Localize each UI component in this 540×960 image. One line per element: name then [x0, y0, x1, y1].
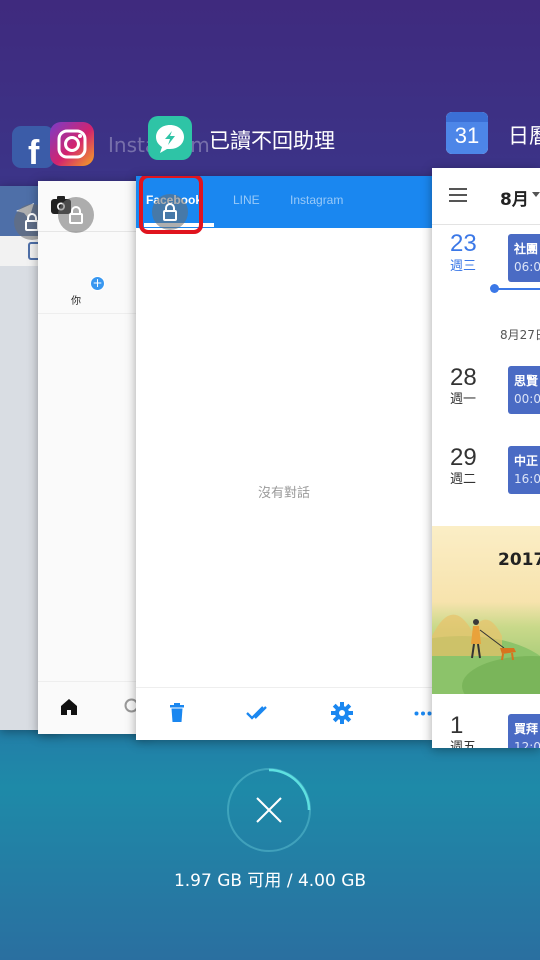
event-weekday-3: 週二	[450, 472, 477, 487]
chevron-down-icon	[532, 192, 540, 197]
banner-landscape-illustration	[432, 614, 540, 694]
event-weekday-1: 週三	[450, 259, 477, 274]
event-day-1: 23	[450, 230, 477, 257]
event-title-1: 社團	[514, 242, 539, 256]
home-icon[interactable]	[60, 698, 78, 716]
event-time-2: 00:00	[514, 392, 540, 406]
calendar-app-title: 日曆	[508, 124, 540, 148]
calendar-icon-top	[446, 112, 488, 122]
month-banner: 2017	[432, 526, 540, 694]
camera-outline-icon	[57, 129, 87, 159]
instagram-app-icon[interactable]	[50, 122, 94, 166]
more-icon[interactable]	[414, 711, 432, 716]
calendar-event-1[interactable]: 社團 06:00	[508, 234, 540, 282]
empty-state-text: 沒有對話	[257, 486, 310, 501]
svg-text:f: f	[28, 134, 40, 168]
readnoreply-app-icon[interactable]	[148, 116, 192, 160]
memory-status-text: 1.97 GB 可用 / 4.00 GB	[173, 871, 367, 891]
facebook-f-icon: f	[28, 134, 40, 172]
month-selector[interactable]: 8月	[500, 185, 529, 210]
calendar-icon-number: 31	[454, 123, 480, 148]
close-x-icon[interactable]	[255, 796, 283, 824]
event-time-1: 06:00	[514, 260, 540, 274]
recent-app-card-calendar[interactable]: 8月 23 週三 社團 06:00 8月27日 28 週一 思賢 00:00 2…	[432, 168, 540, 748]
event-title-4: 買拜	[514, 722, 539, 736]
instagram-bottom-nav	[38, 681, 148, 734]
event-title-2: 思賢	[514, 374, 539, 388]
lock-icon[interactable]	[58, 197, 94, 233]
event-weekday-2: 週一	[450, 392, 477, 407]
readnoreply-bottom-toolbar	[136, 687, 432, 740]
event-title-3: 中正	[514, 454, 539, 468]
calendar-event-4[interactable]: 買拜 12:00	[508, 714, 540, 748]
now-indicator-line	[496, 288, 540, 290]
chat-bubble-icon	[156, 125, 184, 153]
calendar-event-2[interactable]: 思賢 00:00	[508, 366, 540, 414]
settings-gear-icon[interactable]	[331, 702, 353, 724]
add-story-badge[interactable]: +	[90, 276, 105, 291]
your-story-label: 你	[71, 296, 81, 307]
tab-instagram[interactable]: Instagram	[290, 193, 343, 207]
event-weekday-4: 週五	[450, 740, 477, 748]
recent-app-card-instagram[interactable]: + 你	[38, 181, 148, 734]
trash-icon[interactable]	[169, 703, 185, 723]
lock-highlight-box	[139, 176, 203, 234]
recent-app-card-readnoreply[interactable]: Facebook LINE Instagram 沒有對話	[136, 176, 432, 740]
event-time-4: 12:00	[514, 740, 540, 748]
readnoreply-app-title: 已讀不回助理	[209, 129, 335, 153]
tab-line[interactable]: LINE	[233, 193, 260, 207]
story-strip	[38, 233, 148, 314]
calendar-event-3[interactable]: 中正 16:00	[508, 446, 540, 494]
event-time-3: 16:00	[514, 472, 540, 486]
calendar-app-icon[interactable]: 31	[446, 112, 488, 154]
week-range-label: 8月27日	[500, 328, 540, 342]
facebook-app-icon[interactable]: f	[12, 126, 54, 172]
hamburger-menu-icon[interactable]	[449, 188, 467, 202]
double-check-icon[interactable]	[246, 705, 272, 721]
